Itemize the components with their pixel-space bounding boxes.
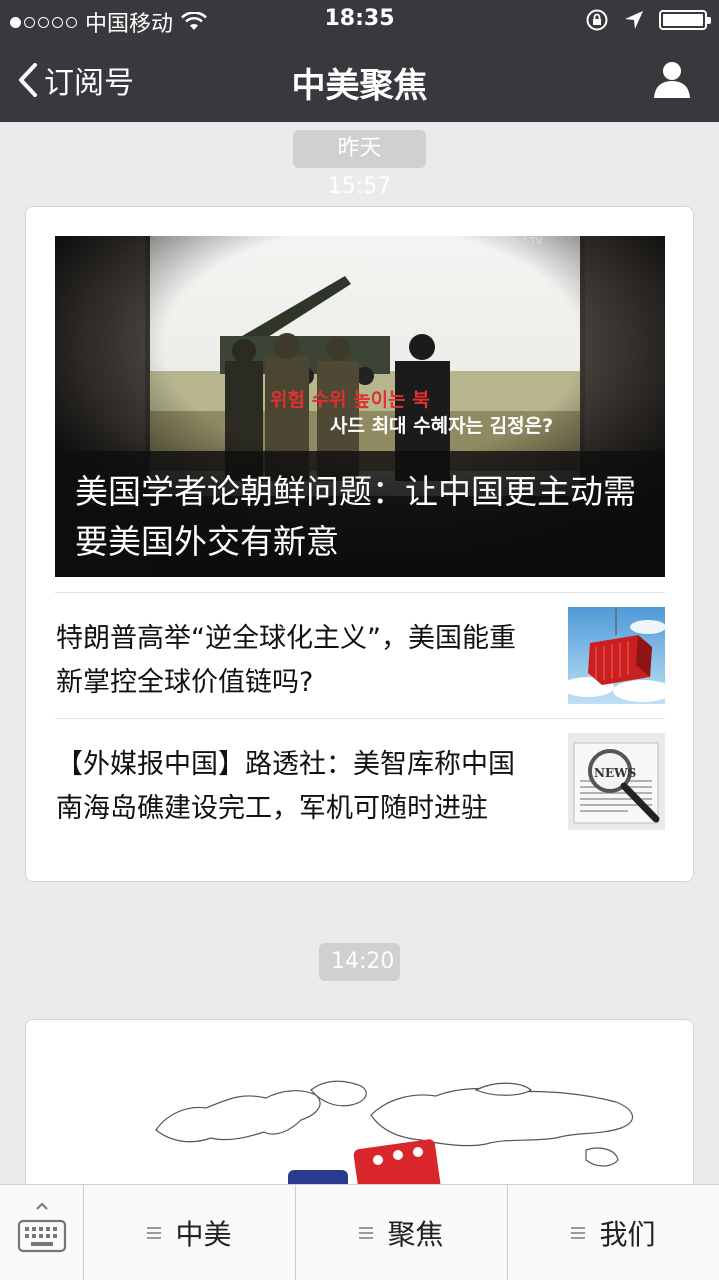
article-list-item[interactable]: 【外媒报中国】路透社：美智库称中国南海岛礁建设完工，军机可随时进驻 NEWS xyxy=(55,718,665,868)
shipping-container-image xyxy=(568,607,665,704)
menu-item-label: 聚焦 xyxy=(387,1218,444,1251)
bottom-menu-bar: 中美 聚焦 我们 xyxy=(0,1184,719,1280)
battery-icon xyxy=(659,10,711,30)
news-magnifier-image: NEWS xyxy=(568,733,665,830)
menu-item-jujiao[interactable]: 聚焦 xyxy=(296,1185,508,1280)
rotation-lock-icon xyxy=(586,9,608,31)
article-list-item[interactable]: 特朗普高举“逆全球化主义”，美国能重新掌控全球价值链吗? xyxy=(55,592,665,718)
news-thumb-text: NEWS xyxy=(594,766,636,780)
article-card: 연합뉴스TV 위험 수위 높이는 북 사드 최대 수혜자는 김정은? 美国学者论… xyxy=(25,206,694,882)
message-timestamp: 14:20 xyxy=(319,943,400,981)
keyboard-toggle-button[interactable] xyxy=(0,1185,84,1280)
caption-line-1: 위험 수위 높이는 북 xyxy=(270,389,430,411)
menu-item-women[interactable]: 我们 xyxy=(508,1185,719,1280)
menu-item-zhongmei[interactable]: 中美 xyxy=(84,1185,296,1280)
page-title: 中美聚焦 xyxy=(291,66,428,106)
article-title: 特朗普高举“逆全球化主义”，美国能重新掌控全球价值链吗? xyxy=(56,623,516,698)
message-timestamp: 昨天 15:57 xyxy=(293,130,426,199)
tv-watermark: 연합뉴스TV xyxy=(493,236,543,247)
person-icon[interactable] xyxy=(653,60,691,100)
featured-article[interactable]: 연합뉴스TV 위험 수위 높이는 북 사드 최대 수혜자는 김정은? 美国学者论… xyxy=(55,236,665,577)
article-title: 【外媒报中国】路透社：美智库称中国南海岛礁建设完工，军机可随时进驻 xyxy=(56,749,515,824)
menu-lines-icon xyxy=(359,1227,374,1239)
top-bar: 中国移动 18:35 订阅号 中美聚焦 xyxy=(0,0,719,122)
navigation-bar: 订阅号 中美聚焦 xyxy=(0,40,719,122)
featured-article-title: 美国学者论朝鲜问题：让中国更主动需要美国外交有新意 xyxy=(55,451,665,577)
menu-item-label: 我们 xyxy=(599,1218,656,1251)
status-bar: 中国移动 18:35 xyxy=(0,0,719,40)
article-thumbnail: NEWS xyxy=(568,733,665,830)
world-map-image xyxy=(155,1080,633,1185)
keyboard-icon xyxy=(17,1203,67,1253)
menu-item-label: 中美 xyxy=(175,1218,232,1251)
article-thumbnail xyxy=(568,607,665,704)
menu-lines-icon xyxy=(147,1227,162,1239)
caption-line-2: 사드 최대 수혜자는 김정은? xyxy=(330,415,553,437)
location-arrow-icon xyxy=(625,11,643,29)
menu-lines-icon xyxy=(571,1227,586,1239)
